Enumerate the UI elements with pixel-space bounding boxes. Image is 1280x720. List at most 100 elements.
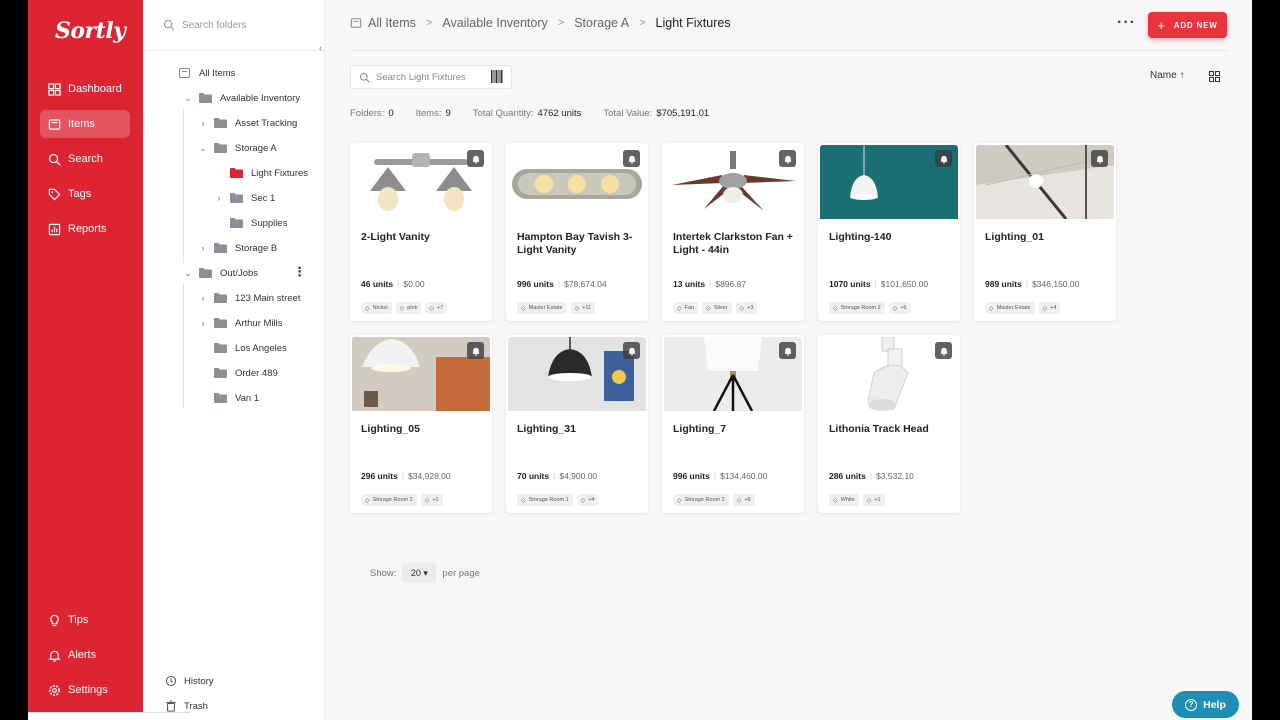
barcode-scan-icon[interactable] [491, 70, 503, 83]
folder-row[interactable]: Light Fixtures [214, 163, 308, 183]
item-card[interactable]: Lighting_7 996 units | $134,460.00 ◇ Storage … [662, 335, 804, 513]
tag-badge: ◇ +3 [735, 302, 758, 314]
folder-label: Storage A [235, 142, 277, 154]
folder-row[interactable]: ⌄ Out/Jobs [183, 263, 258, 283]
folder-row[interactable]: Supplies [214, 213, 287, 233]
tag-label: Silver [713, 305, 728, 311]
tag-label: Storage Room 2 [684, 497, 725, 503]
item-card[interactable]: Hampton Bay Tavish 3-Light Vanity 996 uni… [506, 143, 648, 321]
bell-icon[interactable] [935, 150, 952, 167]
item-price: $134,460.00 [720, 471, 768, 481]
tag-badge: ◇ +1 [420, 494, 443, 506]
trash-link[interactable]: Trash [165, 700, 208, 712]
folder-row[interactable]: › Asset Tracking [198, 113, 298, 133]
nav-item-settings[interactable]: Settings [40, 676, 130, 704]
breadcrumb-storage-a[interactable]: Storage A [574, 16, 629, 30]
chevron-right-icon[interactable]: › [198, 118, 208, 128]
folder-row[interactable]: › Sec 1 [214, 188, 276, 208]
item-search-input[interactable]: Search Light Fixtures [350, 65, 512, 89]
folder-row[interactable]: › Storage B [198, 238, 278, 258]
folder-label: Storage B [235, 242, 278, 254]
folder-row[interactable]: Los Angeles [198, 338, 287, 358]
nav-label: Dashboard [68, 83, 122, 95]
tag-label: Nickel [372, 305, 388, 311]
item-meta: 296 units | $34,928.00 [361, 471, 451, 481]
folder-label: All Items [199, 67, 236, 79]
page-size-value: 20 [410, 568, 421, 578]
folder-row[interactable]: Van 1 [198, 388, 259, 408]
chevron-right-icon[interactable]: › [198, 293, 208, 303]
help-button[interactable]: ? Help [1172, 691, 1239, 718]
folder-row[interactable]: ⌄ Storage A [198, 138, 277, 158]
tag-badge: ◇ Silver [702, 302, 732, 314]
item-card[interactable]: Lighting_01 989 units | $346,150.00 ◇ Master … [974, 143, 1116, 321]
item-card[interactable]: Lithonia Track Head 286 units | $3,532.10 ◇ W… [818, 335, 960, 513]
folder-row[interactable]: › Arthur Mills [198, 313, 283, 333]
chevron-down-icon[interactable]: ⌄ [183, 93, 193, 104]
nav-item-search[interactable]: Search [40, 145, 130, 173]
chevron-right-icon[interactable]: › [214, 193, 224, 203]
bell-icon[interactable] [623, 150, 640, 167]
chevron-down-icon[interactable]: ⌄ [198, 143, 208, 154]
item-name: Lighting-140 [829, 231, 892, 243]
folder-label: Supplies [251, 217, 288, 229]
bell-icon[interactable] [779, 342, 796, 359]
nav-label: Items [68, 118, 95, 130]
bell-icon[interactable] [779, 150, 796, 167]
tag-badge: ◇ Storage Room 1 [517, 494, 573, 506]
search-icon [48, 153, 61, 165]
folder-row[interactable]: ⌄ Available Inventory [183, 88, 300, 108]
status-bar [28, 712, 190, 720]
folder-icon [214, 393, 227, 403]
tag-label: pink [407, 305, 418, 311]
item-card[interactable]: Lighting_31 70 units | $4,900.00 ◇ Storage Ro… [506, 335, 648, 513]
sort-button[interactable]: Name ↑ [1150, 70, 1184, 81]
nav-item-tips[interactable]: Tips [40, 606, 130, 634]
nav-item-items[interactable]: Items [40, 110, 130, 138]
item-name: Lithonia Track Head [829, 423, 929, 435]
tag-label: +3 [747, 305, 754, 311]
tag-icon: ◇ [739, 305, 745, 312]
breadcrumb-available-inventory[interactable]: Available Inventory [442, 16, 547, 30]
chevron-down-icon[interactable]: ⌄ [183, 268, 193, 279]
more-options-icon[interactable]: ⋮ [293, 264, 306, 280]
tag-icon: ◇ [866, 497, 872, 504]
bell-icon[interactable] [467, 342, 484, 359]
bell-icon[interactable] [935, 342, 952, 359]
breadcrumb-all-items[interactable]: All Items [368, 16, 416, 30]
items-icon [179, 68, 190, 78]
folder-row[interactable]: Order 489 [198, 363, 278, 383]
nav-item-alerts[interactable]: Alerts [40, 641, 130, 669]
history-link[interactable]: History [165, 675, 214, 687]
chevron-right-icon[interactable]: › [198, 318, 208, 328]
folder-icon [214, 318, 227, 328]
chevron-right-icon[interactable]: › [198, 243, 208, 253]
folder-row[interactable]: All Items [178, 63, 235, 83]
item-card[interactable]: 2-Light Vanity 46 units | $0.00 ◇ Nickel ◇ pink… [350, 143, 492, 321]
collapse-panel-icon[interactable]: ‹ [319, 43, 322, 54]
item-card[interactable]: Lighting_05 296 units | $34,928.00 ◇ Storage … [350, 335, 492, 513]
item-card[interactable]: Intertek Clarkston Fan + Light - 44in 13 … [662, 143, 804, 321]
tag-icon: ◇ [677, 497, 682, 504]
nav-item-dashboard[interactable]: Dashboard [40, 75, 130, 103]
folder-row[interactable]: › 123 Main street [198, 288, 301, 308]
nav-item-tags[interactable]: Tags [40, 180, 130, 208]
nav-label: Tips [68, 614, 89, 626]
bell-icon[interactable] [1091, 150, 1108, 167]
page-size-select[interactable]: 20 ▾ [402, 563, 437, 583]
app-logo[interactable]: Sortly [55, 18, 126, 44]
tag-icon: ◇ [1042, 305, 1048, 312]
add-new-button[interactable]: + ADD NEW [1148, 12, 1227, 38]
bell-icon[interactable] [623, 342, 640, 359]
tag-label: +4 [1050, 305, 1057, 311]
bell-icon[interactable] [467, 150, 484, 167]
folder-search[interactable]: Search folders [163, 14, 313, 36]
item-name: Lighting_31 [517, 423, 576, 435]
tag-icon: ◇ [736, 497, 742, 504]
per-page-label: per page [442, 567, 480, 579]
grid-view-icon[interactable] [1209, 71, 1220, 82]
item-card[interactable]: Lighting-140 1070 units | $101,650.00 ◇ Stora… [818, 143, 960, 321]
tag-icon: ◇ [677, 305, 682, 312]
nav-item-reports[interactable]: Reports [40, 215, 130, 243]
more-actions-icon[interactable]: ··· [1117, 14, 1136, 32]
